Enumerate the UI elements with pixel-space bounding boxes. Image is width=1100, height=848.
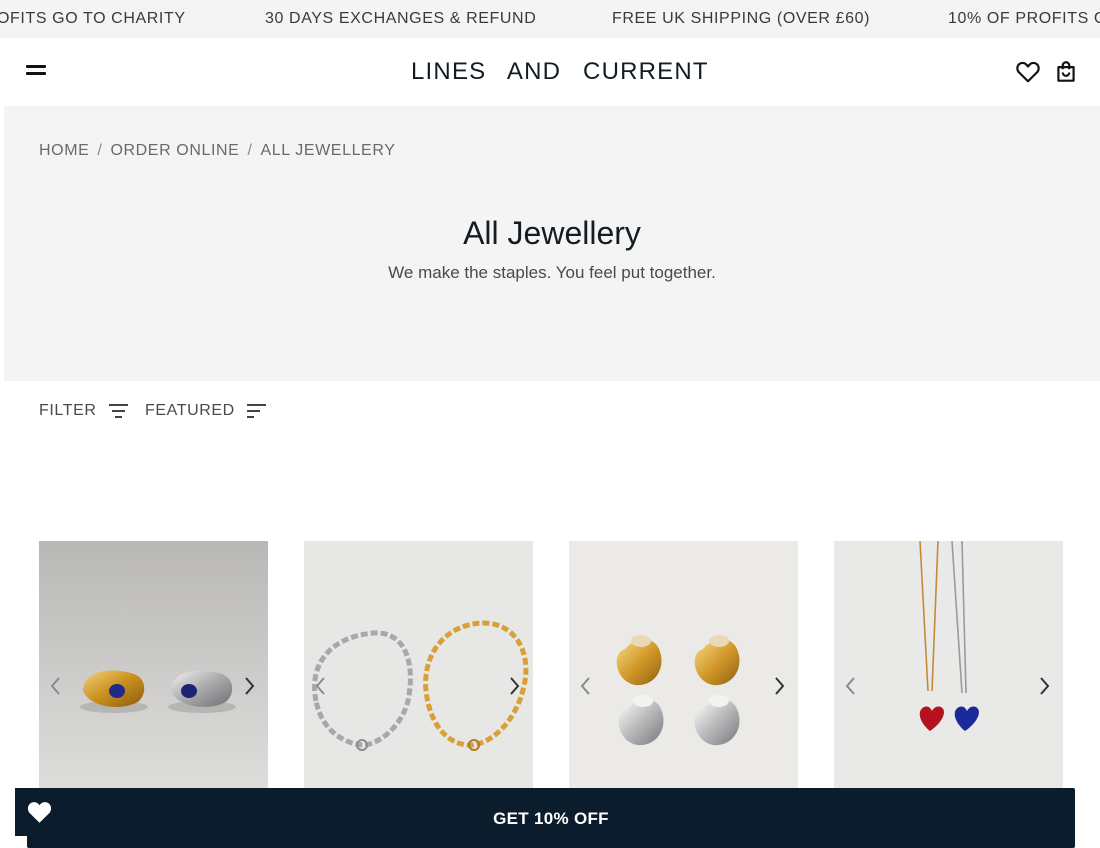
chevron-left-icon[interactable]	[313, 675, 329, 697]
product-card[interactable]	[39, 541, 268, 801]
breadcrumb-separator: /	[97, 142, 103, 159]
product-image	[39, 541, 268, 801]
product-card[interactable]	[569, 541, 798, 801]
chevron-right-icon[interactable]	[771, 675, 787, 697]
chevron-left-icon[interactable]	[578, 675, 594, 697]
sort-label: FEATURED	[145, 402, 235, 419]
chevron-right-icon[interactable]	[1036, 675, 1052, 697]
heart-icon[interactable]	[1015, 59, 1041, 85]
discount-banner-label: GET 10% OFF	[493, 809, 609, 828]
breadcrumb-current: ALL JEWELLERY	[260, 142, 396, 159]
wishlist-heart-button[interactable]	[15, 788, 64, 836]
breadcrumb: HOME / ORDER ONLINE / ALL JEWELLERY	[39, 142, 395, 160]
chevron-left-icon[interactable]	[48, 675, 64, 697]
announcement-item: 10% OF PROFITS GO	[948, 10, 1100, 27]
site-header: LINES AND CURRENT	[4, 38, 1100, 106]
discount-banner-button[interactable]: GET 10% OFF	[27, 788, 1075, 848]
collection-hero: HOME / ORDER ONLINE / ALL JEWELLERY All Jewe…	[4, 106, 1100, 381]
chevron-left-icon[interactable]	[843, 675, 859, 697]
filter-label: FILTER	[39, 402, 97, 419]
breadcrumb-home[interactable]: HOME	[39, 142, 89, 159]
product-card[interactable]	[304, 541, 533, 801]
shopping-bag-icon[interactable]	[1053, 59, 1079, 85]
chevron-right-icon[interactable]	[506, 675, 522, 697]
filter-icon	[108, 404, 128, 418]
chevron-right-icon[interactable]	[241, 675, 257, 697]
sort-button[interactable]: FEATURED	[145, 402, 267, 420]
menu-icon[interactable]	[26, 65, 48, 79]
product-image	[569, 541, 798, 801]
heart-icon	[27, 802, 52, 823]
announcement-bar: OFITS GO TO CHARITY 30 DAYS EXCHANGES & …	[0, 0, 1100, 38]
sort-icon	[246, 404, 266, 418]
page-subtitle: We make the staples. You feel put togeth…	[388, 263, 716, 282]
product-image	[304, 541, 533, 801]
announcement-item: FREE UK SHIPPING (OVER £60)	[612, 10, 871, 27]
announcement-item: OFITS GO TO CHARITY	[0, 10, 186, 27]
product-card[interactable]	[834, 541, 1063, 801]
filter-button[interactable]: FILTER	[39, 402, 129, 420]
breadcrumb-separator: /	[247, 142, 253, 159]
page-title: All Jewellery	[463, 215, 641, 251]
announcement-item: 30 DAYS EXCHANGES & REFUND	[265, 10, 537, 27]
breadcrumb-order-online[interactable]: ORDER ONLINE	[110, 142, 239, 159]
product-image	[834, 541, 1063, 801]
site-logo[interactable]: LINES AND CURRENT	[411, 58, 709, 86]
